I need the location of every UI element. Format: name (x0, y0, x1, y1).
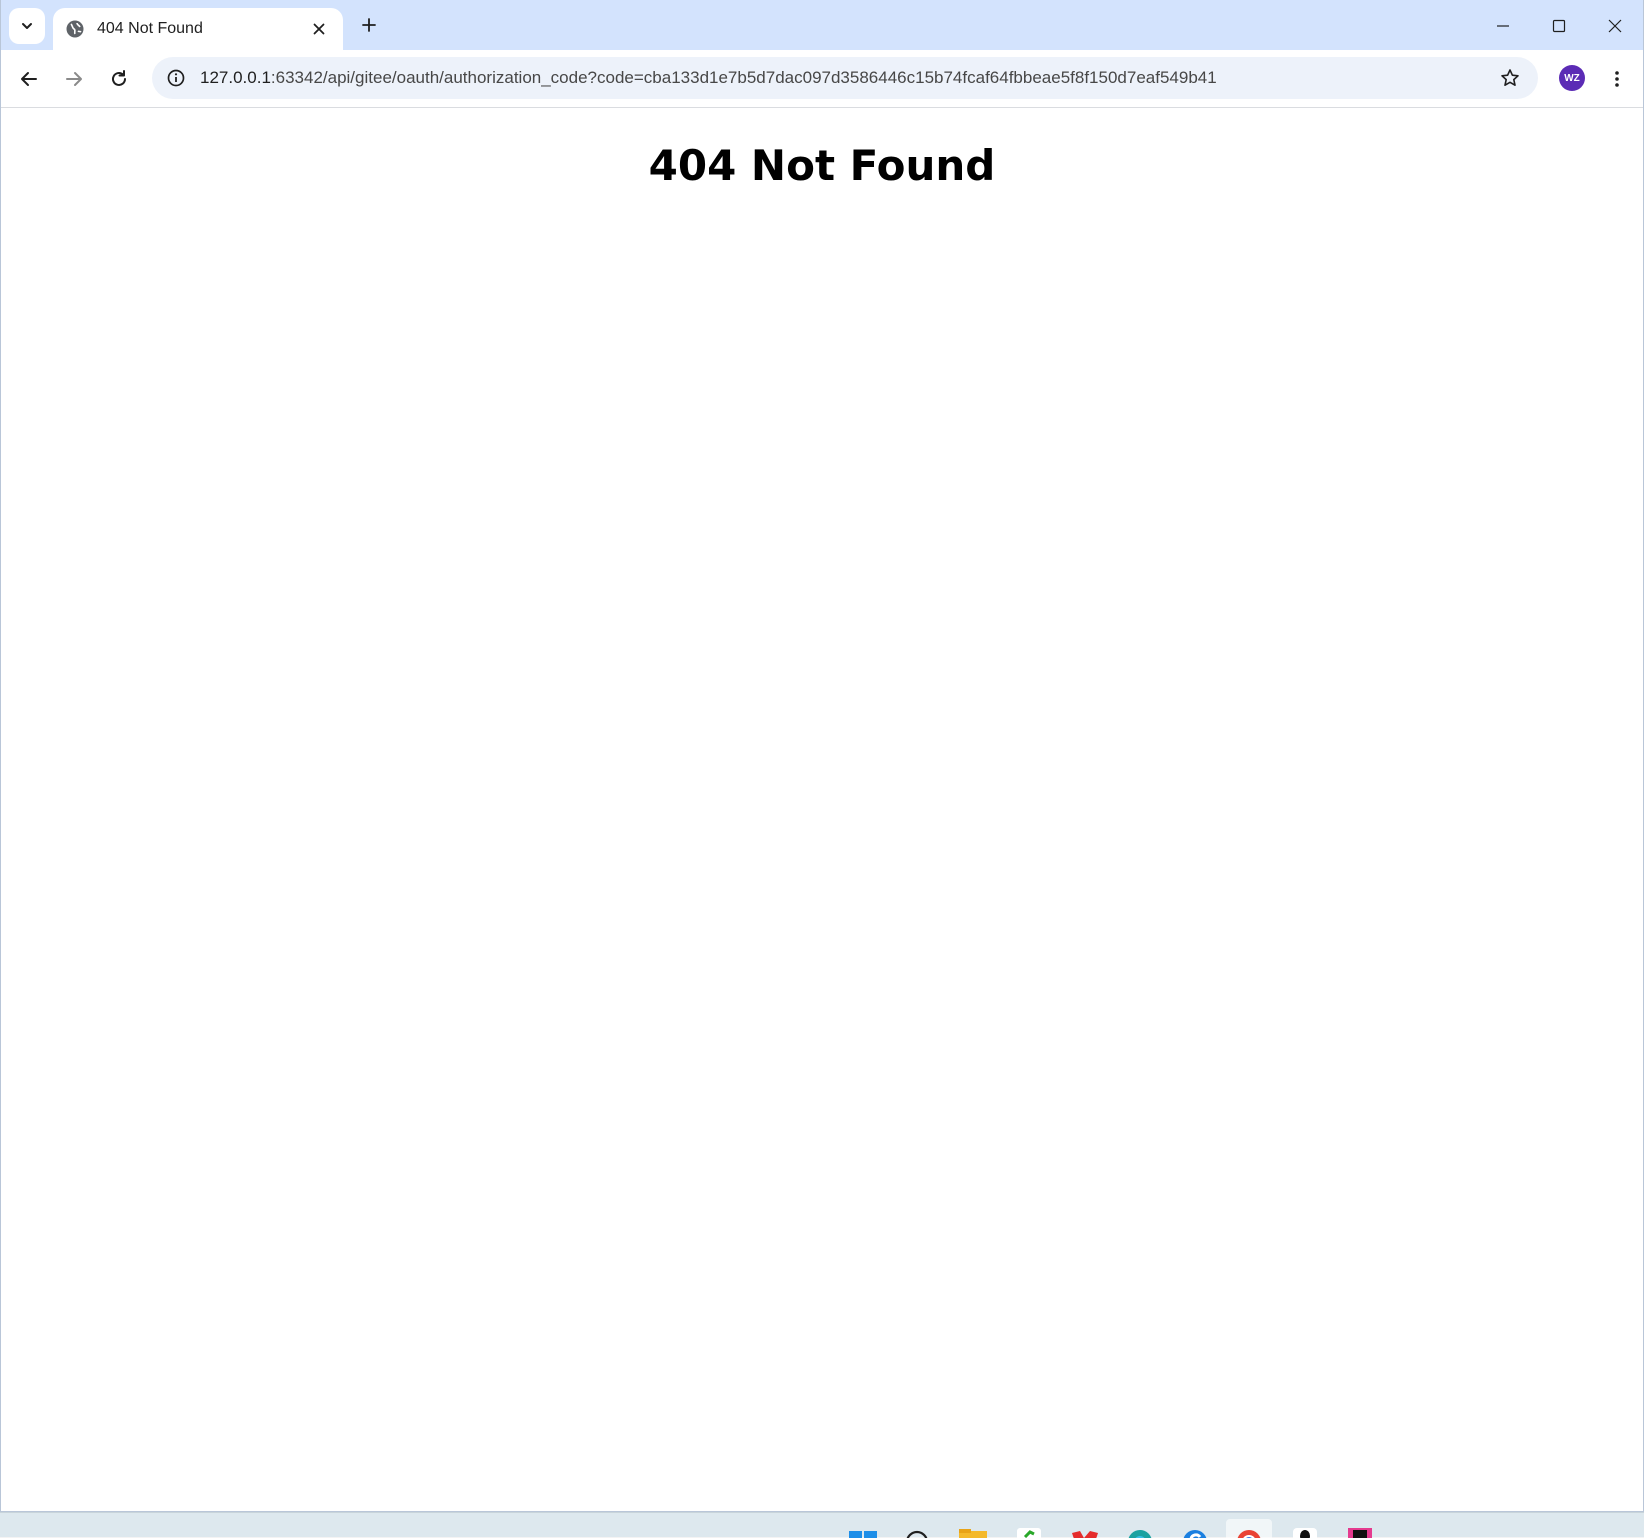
tab-title: 404 Not Found (97, 20, 203, 37)
kebab-menu-icon (1615, 71, 1619, 87)
windows-start-icon[interactable] (848, 1519, 878, 1538)
star-icon (1501, 69, 1519, 86)
maximize-icon (1552, 19, 1566, 33)
info-icon (167, 69, 185, 87)
menu-button[interactable] (1601, 63, 1633, 95)
page-heading: 404 Not Found (648, 141, 996, 190)
reload-button[interactable] (103, 63, 135, 95)
close-icon (313, 23, 325, 35)
new-tab-button[interactable] (355, 11, 383, 39)
app-red-icon[interactable] (1070, 1519, 1100, 1538)
globe-icon (65, 19, 85, 39)
tab-close-button[interactable] (307, 17, 331, 41)
site-info-button[interactable] (162, 64, 190, 92)
edge-icon[interactable] (1125, 1519, 1155, 1538)
arrow-right-icon (66, 72, 82, 86)
url-host: 127.0.0.1 (200, 68, 271, 87)
browser-window: 404 Not Found 127.0.0.1:63342/api/gitee/… (0, 0, 1644, 1512)
reload-icon (112, 70, 126, 86)
tab-search-button[interactable] (9, 8, 45, 44)
bookmark-button[interactable] (1494, 62, 1526, 94)
forward-button[interactable] (58, 63, 90, 95)
tab-strip: 404 Not Found (1, 0, 1643, 50)
search-icon[interactable] (902, 1519, 932, 1538)
taskbar (0, 1512, 1644, 1538)
browser-toolbar: 127.0.0.1:63342/api/gitee/oauth/authoriz… (1, 50, 1643, 108)
qq-icon[interactable] (1290, 1519, 1320, 1538)
tab-active[interactable]: 404 Not Found (53, 8, 343, 50)
chrome-icon[interactable] (1226, 1519, 1272, 1538)
intellij-icon[interactable] (1345, 1519, 1375, 1538)
url-path: :63342/api/gitee/oauth/authorization_cod… (270, 68, 1217, 87)
app-blue-icon[interactable] (1180, 1519, 1210, 1538)
app-green-icon[interactable] (1014, 1519, 1044, 1538)
arrow-left-icon (21, 72, 37, 86)
minimize-icon (1497, 25, 1509, 27)
maximize-button[interactable] (1531, 6, 1587, 46)
file-explorer-icon[interactable] (958, 1519, 988, 1538)
close-icon (1608, 19, 1622, 33)
back-button[interactable] (13, 63, 45, 95)
page-content: 404 Not Found (1, 109, 1643, 1511)
chevron-down-icon (22, 23, 32, 29)
profile-avatar[interactable]: WZ (1559, 65, 1585, 91)
minimize-button[interactable] (1475, 6, 1531, 46)
address-bar[interactable]: 127.0.0.1:63342/api/gitee/oauth/authoriz… (152, 57, 1538, 99)
close-window-button[interactable] (1587, 6, 1643, 46)
plus-icon (362, 18, 376, 32)
url-text[interactable]: 127.0.0.1:63342/api/gitee/oauth/authoriz… (200, 68, 1494, 88)
